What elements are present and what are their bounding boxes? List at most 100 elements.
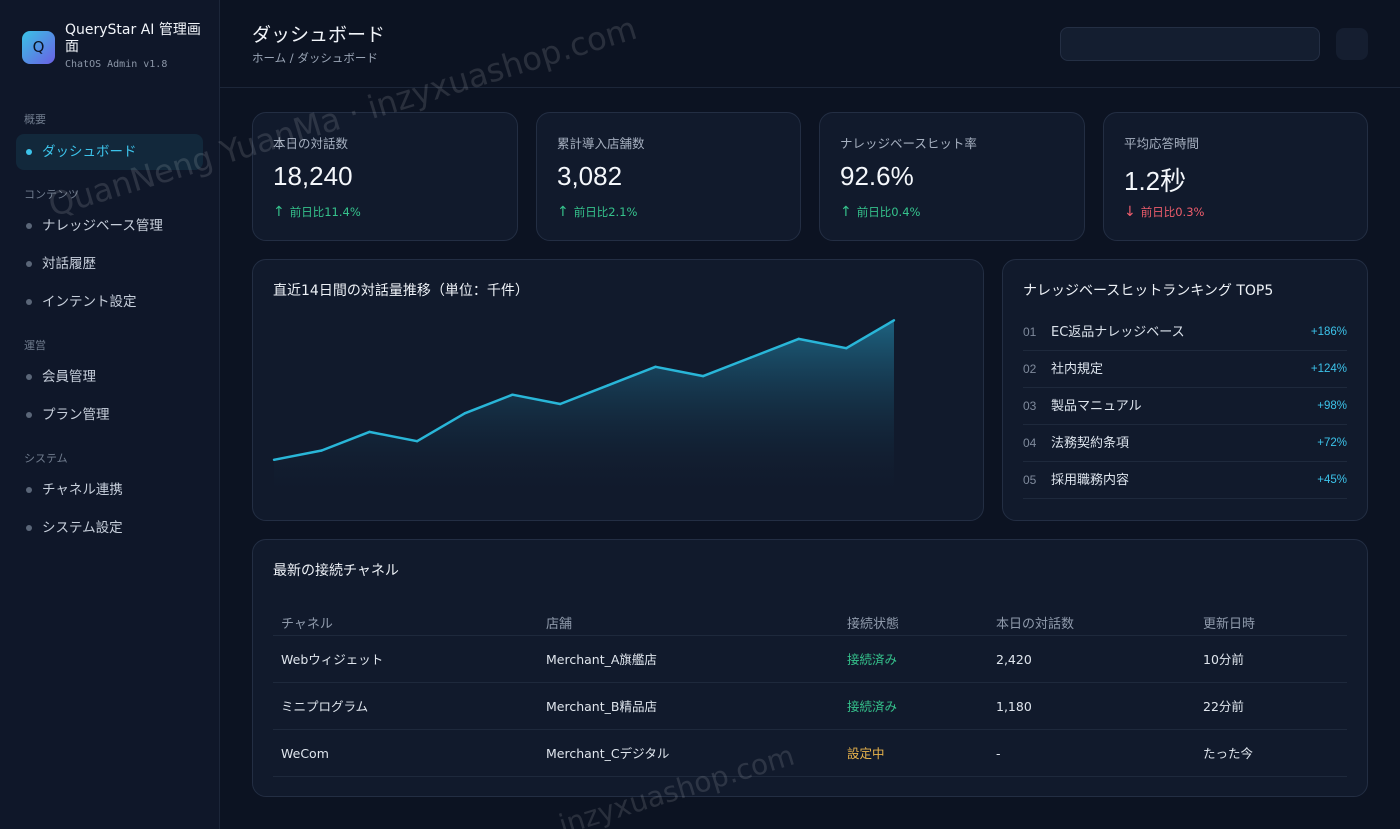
- header-action-button[interactable]: [1336, 28, 1368, 60]
- stat-value: 92.6%: [840, 161, 914, 191]
- cell-store: Merchant_A旗艦店: [546, 652, 657, 667]
- sidebar-item-knowledge-base[interactable]: ナレッジベース管理: [16, 208, 203, 244]
- stat-delta-text: 前日比0.4%: [856, 205, 921, 219]
- sidebar-item-label: 会員管理: [42, 369, 96, 385]
- sidebar-item-label: ナレッジベース管理: [42, 218, 163, 234]
- table-divider: [273, 776, 1347, 777]
- stat-label: 本日の対話数: [273, 136, 349, 151]
- column-header-status: 接続状態: [847, 617, 900, 632]
- rank-name: EC返品ナレッジベース: [1051, 325, 1185, 340]
- stat-card-conversations: 本日の対話数 18,240 ↑ 前日比11.4%: [252, 112, 518, 241]
- data-point-day-6: [511, 393, 514, 396]
- breadcrumb: ホーム / ダッシュボード: [252, 51, 378, 65]
- cell-count: 1,180: [996, 699, 1032, 714]
- ranking-row[interactable]: 04 法務契約条項 +72%: [1023, 425, 1347, 462]
- sidebar-item-label: インテント設定: [42, 294, 137, 310]
- ranking-row[interactable]: 05 採用職務内容 +45%: [1023, 462, 1347, 499]
- sidebar-item-intent-settings[interactable]: インテント設定: [16, 284, 203, 320]
- trend-area: [274, 320, 894, 497]
- rank-delta: +45%: [1317, 474, 1347, 486]
- cell-channel: ミニプログラム: [281, 699, 369, 714]
- sidebar-item-label: ダッシュボード: [42, 144, 137, 160]
- stat-delta: ↑ 前日比2.1%: [557, 204, 637, 220]
- data-point-day-11: [749, 356, 753, 359]
- rank-number: 01: [1023, 325, 1037, 339]
- data-point-day-2: [320, 449, 323, 452]
- channels-title: 最新の接続チャネル: [273, 563, 399, 579]
- bullet-icon: [26, 223, 32, 229]
- nav-group-content: コンテンツ: [24, 188, 79, 201]
- data-point-day-10: [702, 374, 705, 378]
- data-point-day-3: [368, 430, 371, 434]
- channels-card: 最新の接続チャネル チャネル 店舗 接続状態 本日の対話数 更新日時 Webウィ…: [252, 539, 1368, 797]
- sidebar-item-members[interactable]: 会員管理: [16, 359, 203, 395]
- arrow-down-icon: ↓: [1124, 204, 1136, 220]
- bullet-icon: [26, 487, 32, 493]
- stat-delta: ↑ 前日比0.4%: [840, 204, 920, 220]
- arrow-up-icon: ↑: [273, 204, 285, 220]
- nav-group-overview: 概要: [24, 113, 46, 126]
- app-version: ChatOS Admin v1.8: [65, 59, 168, 70]
- stat-card-hit-rate: ナレッジベースヒット率 92.6% ↑ 前日比0.4%: [819, 112, 1085, 241]
- rank-number: 05: [1023, 473, 1037, 487]
- arrow-up-icon: ↑: [557, 204, 569, 220]
- trend-chart: [272, 319, 896, 497]
- data-point-day-14: [892, 319, 896, 322]
- sidebar: Q QueryStar AI 管理画面 ChatOS Admin v1.8 概要…: [0, 0, 220, 829]
- ranking-card: ナレッジベースヒットランキング TOP5 01 EC返品ナレッジベース +186…: [1002, 259, 1368, 521]
- data-point-day-9: [654, 365, 657, 368]
- sidebar-item-label: 対話履歴: [42, 256, 96, 272]
- rank-delta: +72%: [1317, 437, 1347, 449]
- sidebar-item-plans[interactable]: プラン管理: [16, 397, 203, 433]
- stat-delta: ↑ 前日比11.4%: [273, 204, 361, 220]
- status-badge: 接続済み: [847, 652, 898, 667]
- column-header-channel: チャネル: [281, 617, 333, 632]
- data-point-day-7: [558, 402, 562, 406]
- header: ダッシュボード ホーム / ダッシュボード: [220, 0, 1400, 88]
- app-title: QueryStar AI 管理画面: [65, 22, 201, 55]
- active-dot-icon: [26, 149, 32, 155]
- cell-updated: 22分前: [1203, 699, 1244, 714]
- cell-store: Merchant_Cデジタル: [546, 746, 670, 761]
- stat-delta: ↓ 前日比0.3%: [1124, 204, 1204, 220]
- table-header: チャネル 店舗 接続状態 本日の対話数 更新日時: [273, 613, 1347, 635]
- cell-channel: Webウィジェット: [281, 652, 384, 667]
- ranking-row[interactable]: 03 製品マニュアル +98%: [1023, 388, 1347, 425]
- stat-delta-text: 前日比0.3%: [1140, 205, 1205, 219]
- search-input[interactable]: [1060, 27, 1320, 61]
- ranking-row[interactable]: 01 EC返品ナレッジベース +186%: [1023, 314, 1347, 351]
- bullet-icon: [26, 299, 32, 305]
- bullet-icon: [26, 525, 32, 531]
- sidebar-item-system-settings[interactable]: システム設定: [16, 510, 203, 546]
- app-logo: Q: [22, 31, 55, 64]
- bullet-icon: [26, 261, 32, 267]
- ranking-row[interactable]: 02 社内規定 +124%: [1023, 351, 1347, 388]
- rank-number: 02: [1023, 362, 1037, 376]
- cell-updated: たった今: [1203, 746, 1254, 761]
- table-row[interactable]: Webウィジェット Merchant_A旗艦店 接続済み 2,420 10分前: [273, 636, 1347, 683]
- stat-label: 累計導入店舗数: [557, 136, 645, 151]
- data-point-day-5: [463, 412, 466, 415]
- status-badge: 設定中: [847, 746, 885, 761]
- trend-chart-card: 直近14日間の対話量推移（単位：千件）: [252, 259, 984, 521]
- stat-value: 3,082: [557, 161, 623, 191]
- rank-delta: +124%: [1310, 363, 1347, 375]
- stat-value: 18,240: [273, 161, 353, 191]
- rank-name: 法務契約条項: [1051, 436, 1130, 451]
- sidebar-item-channel-integration[interactable]: チャネル連携: [16, 472, 203, 508]
- data-point-day-12: [797, 337, 800, 341]
- data-point-day-4: [415, 440, 419, 443]
- nav-group-system: システム: [24, 452, 68, 465]
- rank-name: 社内規定: [1051, 362, 1104, 377]
- table-row[interactable]: WeCom Merchant_Cデジタル 設定中 - たった今: [273, 730, 1347, 777]
- cell-store: Merchant_B精品店: [546, 699, 657, 714]
- status-badge: 接続済み: [847, 699, 898, 714]
- stat-card-stores: 累計導入店舗数 3,082 ↑ 前日比2.1%: [536, 112, 801, 241]
- stat-delta-text: 前日比2.1%: [573, 205, 638, 219]
- sidebar-item-dashboard[interactable]: ダッシュボード: [16, 134, 203, 170]
- cell-count: -: [996, 746, 1001, 761]
- sidebar-item-label: システム設定: [42, 520, 123, 536]
- sidebar-item-conversation-history[interactable]: 対話履歴: [16, 246, 203, 282]
- table-row[interactable]: ミニプログラム Merchant_B精品店 接続済み 1,180 22分前: [273, 683, 1347, 730]
- sidebar-item-label: プラン管理: [42, 407, 110, 423]
